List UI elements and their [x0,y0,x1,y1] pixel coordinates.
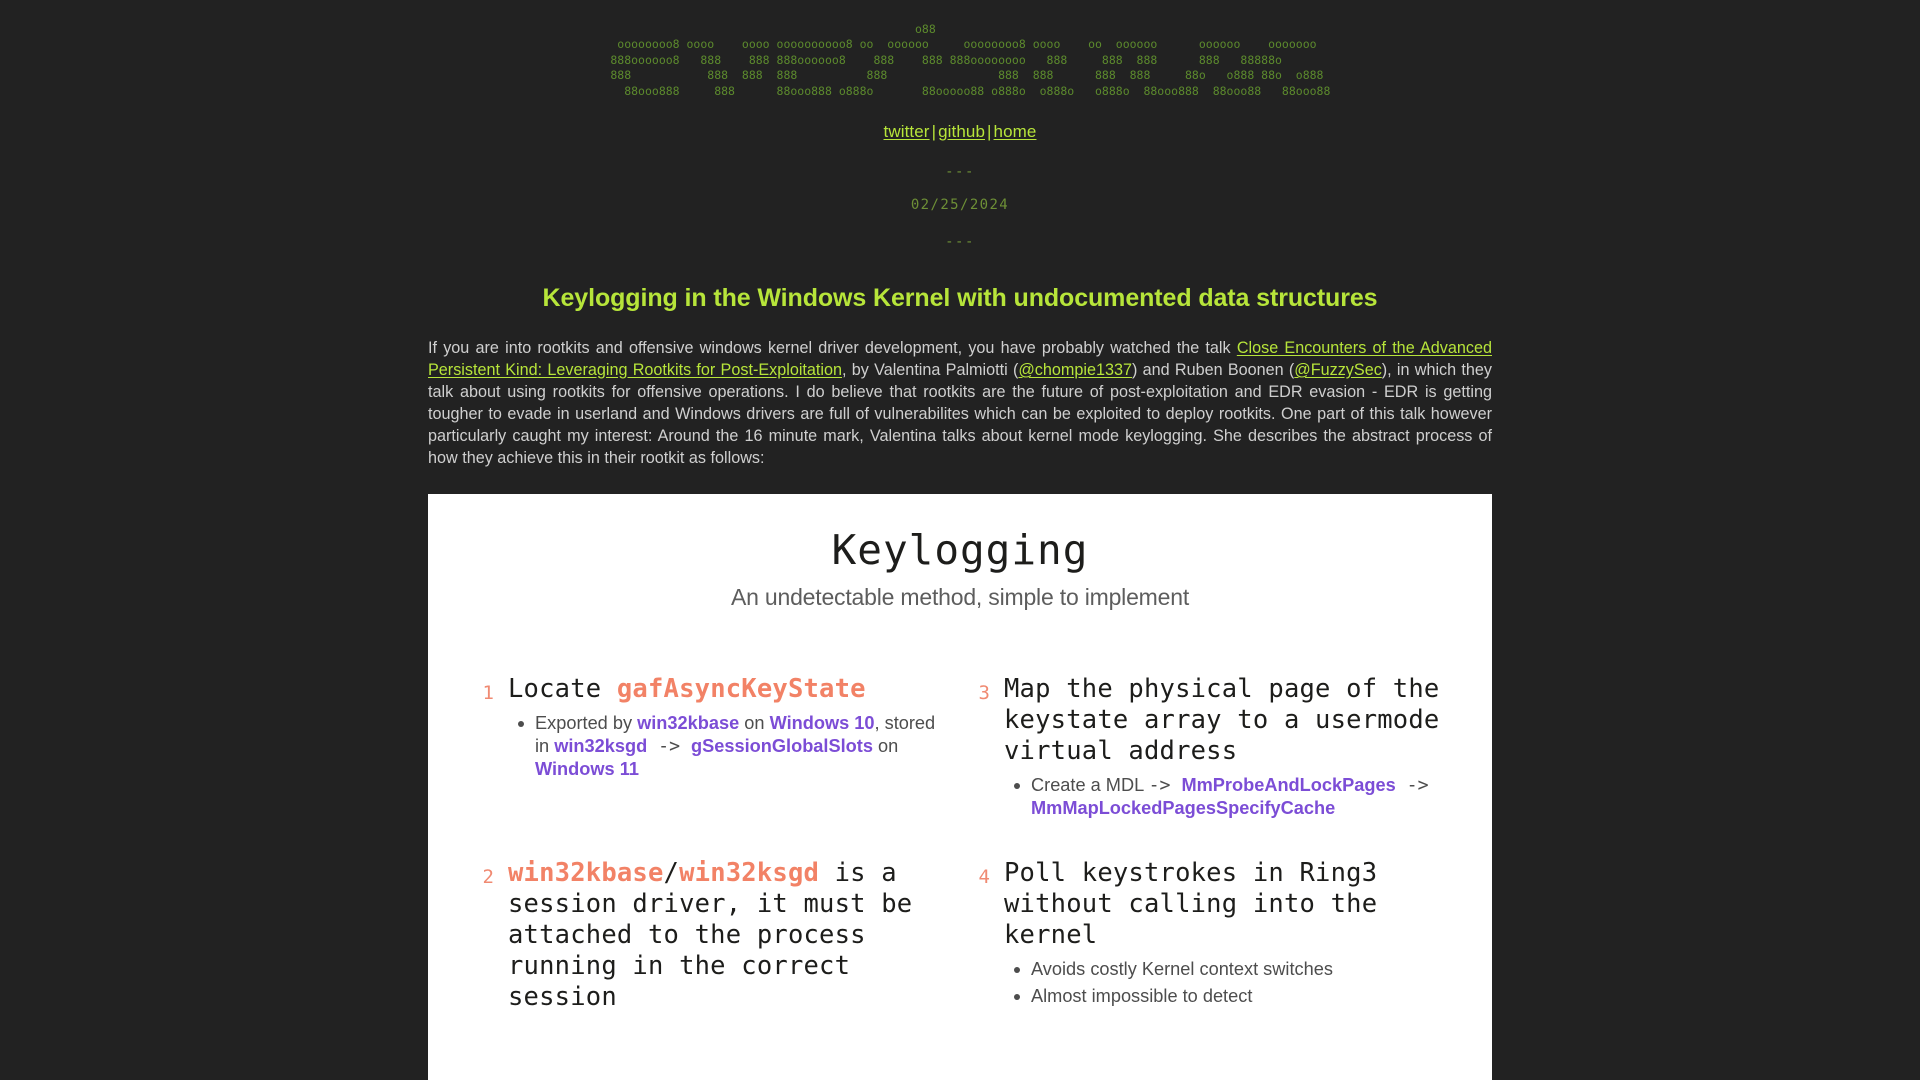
slide-title: Keylogging [831,525,1089,574]
slide-item-3-heading: Map the physical page of the keystate ar… [1004,674,1444,767]
b1-p2: on [739,712,770,733]
slide-item-1-head-text: Locate [508,673,617,704]
nav-link-home[interactable]: home [994,122,1037,141]
page-title: Keylogging in the Windows Kernel with un… [542,283,1378,312]
slide-item-1-head-code: gafAsyncKeyState [616,673,866,704]
divider-bottom: --- [945,233,975,250]
intro-text-3: ) and Ruben Boonen ( [1132,360,1295,379]
slide-item-2: 2 win32kbase/win32ksgd is a session driv… [476,858,948,1013]
b1-p4: -> [647,735,692,757]
b3-p1: Create a MDL [1031,774,1149,795]
link-chompie1337[interactable]: @chompie1337 [1018,361,1132,379]
slide-item-4-bullets: Avoids costly Kernel context switches Al… [1004,958,1444,1008]
slide-image-keylogging: Keylogging An undetectable method, simpl… [428,493,1492,1080]
nav-link-github[interactable]: github [938,122,985,141]
b1-k4: gSessionGlobalSlots [691,735,873,756]
b1-p1: Exported by [535,712,638,733]
b1-p5: on [872,735,899,756]
site-banner: o88 oooooooo8 oooo oooo oooooooooo8 oo o… [0,0,1920,100]
slide-item-4-head-text: Poll keystrokes in Ring3 without calling… [1004,857,1378,950]
slide-item-3: 3 Map the physical page of the keystate … [972,674,1444,824]
slide-item-4-number: 4 [978,865,990,888]
list-item: Almost impossible to detect [1004,985,1444,1008]
list-item: Create a MDL -> MmProbeAndLockPages -> M… [1004,774,1444,820]
slide-item-4-heading: Poll keystrokes in Ring3 without calling… [1004,858,1444,951]
list-item: Avoids costly Kernel context switches [1004,958,1444,981]
b4-p2: Almost impossible to detect [1031,985,1253,1006]
b3-k3: MmMapLockedPagesSpecifyCache [1031,797,1336,818]
b1-k5: Windows 11 [535,758,639,779]
b3-p2: -> [1148,774,1182,796]
link-fuzzysec[interactable]: @FuzzySec [1294,361,1382,379]
intro-text-1: If you are into rootkits and offensive w… [428,338,1237,357]
slide-item-1: 1 Locate gafAsyncKeyState Exported by wi… [476,674,948,824]
post-content: Keylogging in the Windows Kernel with un… [428,284,1492,1080]
slide-subtitle: An undetectable method, simple to implem… [730,583,1190,610]
b1-k2: Windows 10 [769,712,875,733]
slide-item-3-head-text: Map the physical page of the keystate ar… [1004,673,1440,766]
slide-item-2-head-code-1: win32kbase [508,857,664,888]
b4-p1: Avoids costly Kernel context switches [1031,958,1333,979]
ascii-art-logo: o88 oooooooo8 oooo oooo oooooooooo8 oo o… [610,22,1331,98]
slide-item-3-bullets: Create a MDL -> MmProbeAndLockPages -> M… [1004,774,1444,820]
slide-item-2-head-code-2: win32ksgd [679,857,820,888]
slide-item-2-heading: win32kbase/win32ksgd is a session driver… [508,858,948,1013]
slide-item-2-number: 2 [482,865,494,888]
nav-link-twitter[interactable]: twitter [884,122,930,141]
slide-items-grid: 1 Locate gafAsyncKeyState Exported by wi… [428,674,1492,1013]
divider-top: --- [945,163,975,180]
site-nav: twitter | github | home [0,122,1920,142]
list-item: Exported by win32kbase on Windows 10, st… [508,712,948,781]
slide-item-1-number: 1 [482,681,494,704]
b1-k3: win32ksgd [554,735,648,756]
nav-separator-1: | [931,121,937,141]
slide-item-4: 4 Poll keystrokes in Ring3 without calli… [972,858,1444,1013]
intro-text-2: , by Valentina Palmiotti ( [842,360,1019,379]
b3-p3: -> [1395,774,1429,796]
intro-paragraph: If you are into rootkits and offensive w… [428,337,1492,469]
nav-separator-2: | [987,121,992,141]
post-date: 02/25/2024 [910,196,1010,213]
slide-item-2-head-slash: / [663,857,680,888]
slide-item-1-heading: Locate gafAsyncKeyState [508,674,948,705]
slide-item-3-number: 3 [978,681,990,704]
slide-item-1-bullets: Exported by win32kbase on Windows 10, st… [508,712,948,781]
b3-k2: MmProbeAndLockPages [1181,774,1396,795]
b1-k1: win32kbase [637,712,740,733]
